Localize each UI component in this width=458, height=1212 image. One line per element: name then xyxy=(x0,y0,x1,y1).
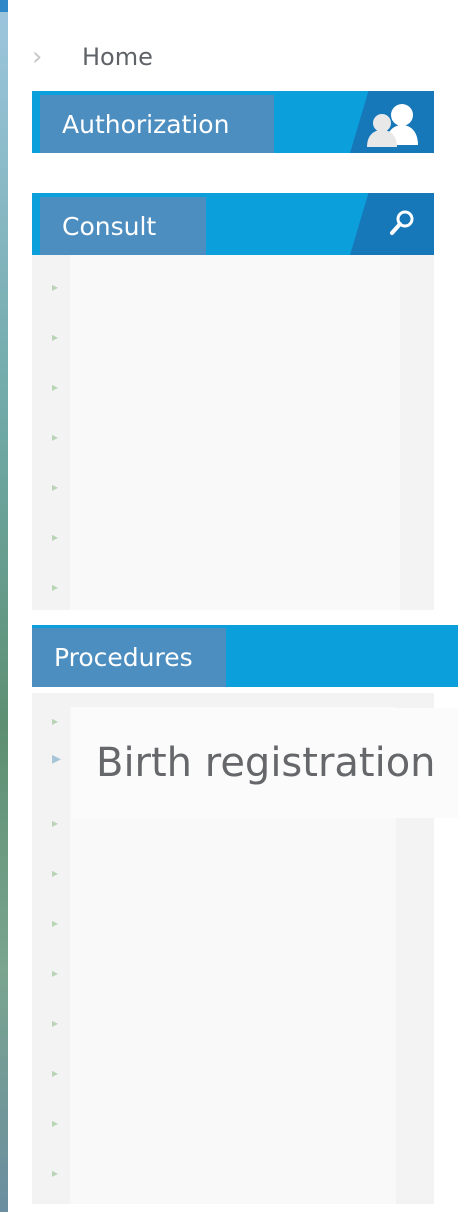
procedure-tooltip: Birth registration xyxy=(72,708,458,818)
list-item-bullet-icon: ▸ xyxy=(52,1166,59,1180)
list-item-bullet-icon: ▸ xyxy=(52,380,59,394)
list-item-bullet-icon: ▸ xyxy=(52,866,59,880)
breadcrumb: › Home xyxy=(32,42,153,72)
consult-title: Consult xyxy=(40,197,206,255)
list-item-bullet-icon: ▸ xyxy=(52,748,62,769)
authorization-header[interactable]: Authorization xyxy=(32,91,434,153)
list-item-bullet-icon: ▸ xyxy=(52,480,59,494)
procedures-header[interactable]: Procedures xyxy=(32,625,458,687)
list-item-bullet-icon: ▸ xyxy=(52,916,59,930)
list-item-bullet-icon: ▸ xyxy=(52,580,59,594)
list-item-bullet-icon: ▸ xyxy=(52,1016,59,1030)
consult-list-content xyxy=(70,255,400,610)
search-icon[interactable] xyxy=(388,209,416,237)
consult-header[interactable]: Consult xyxy=(32,193,434,255)
chevron-right-icon: › xyxy=(32,42,43,72)
list-item-bullet-icon: ▸ xyxy=(52,1116,59,1130)
list-item-bullet-icon: ▸ xyxy=(52,430,59,444)
list-item-bullet-icon: ▸ xyxy=(52,330,59,344)
breadcrumb-home-link[interactable]: Home xyxy=(82,43,153,71)
users-icon[interactable] xyxy=(364,101,424,147)
authorization-title: Authorization xyxy=(40,95,274,153)
list-item-bullet-icon: ▸ xyxy=(52,280,59,294)
list-item-bullet-icon: ▸ xyxy=(52,530,59,544)
list-item-bullet-icon: ▸ xyxy=(52,816,59,830)
list-item-bullet-icon: ▸ xyxy=(52,966,59,980)
list-item-bullet-icon: ▸ xyxy=(52,714,59,728)
list-item-bullet-icon: ▸ xyxy=(52,1066,59,1080)
procedures-title: Procedures xyxy=(32,628,226,687)
consult-list: ▸ ▸ ▸ ▸ ▸ ▸ ▸ xyxy=(32,255,434,610)
